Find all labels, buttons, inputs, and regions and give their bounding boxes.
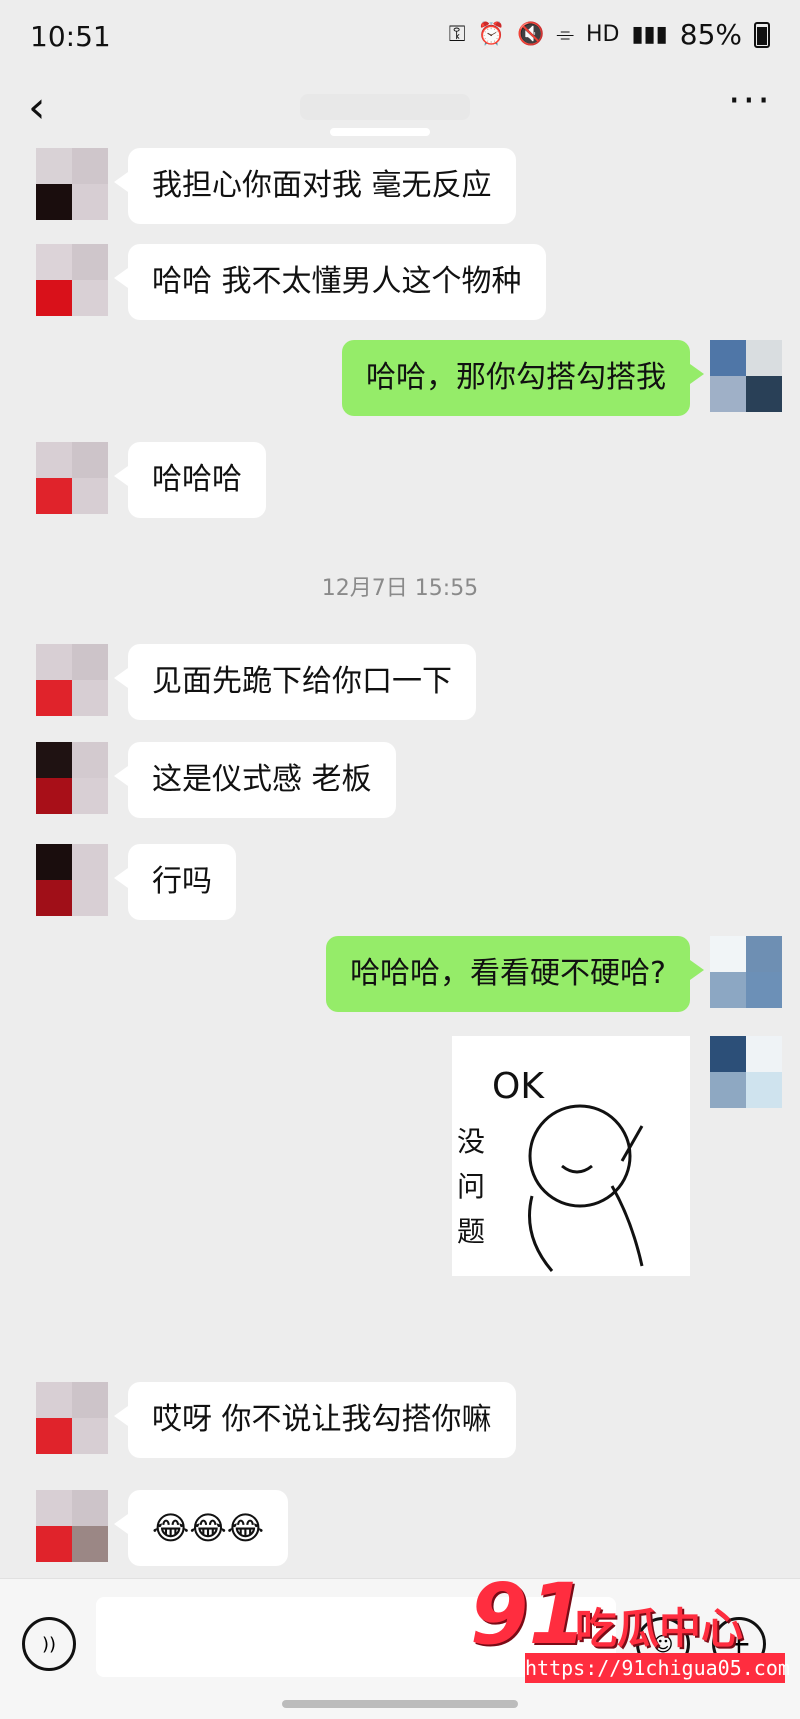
chat-title-blurred [300,94,470,120]
sticker-ok-no-problem[interactable]: OK 没 问 题 [452,1036,690,1276]
status-icons: ⚿ ⏰ 🔇 ⌯ HD ▮▮▮ 85% [449,18,770,51]
message-bubble[interactable]: 我担心你面对我 毫无反应 [114,148,516,224]
message-row: 哈哈 我不太懂男人这个物种 [36,244,566,320]
sticker-drawing: OK 没 问 题 [452,1036,690,1276]
hd-label: HD [585,22,620,47]
avatar [36,1382,108,1454]
message-bubble[interactable]: 哈哈哈 [114,442,266,518]
message-bubble[interactable]: 哈哈哈，看看硬不硬哈? [326,936,704,1012]
avatar [36,244,108,316]
key-icon: ⚿ [448,22,466,47]
chat-title-underline [330,128,430,136]
message-bubble[interactable]: 哈哈 我不太懂男人这个物种 [114,244,546,320]
message-row: 哈哈，那你勾搭勾搭我 [322,340,782,416]
wifi-icon: ⌯ [556,22,574,47]
chat-area: 我担心你面对我 毫无反应 哈哈 我不太懂男人这个物种 哈哈，那你勾搭勾搭我 哈哈… [0,142,800,1577]
home-indicator [282,1700,518,1708]
watermark-brand: 吃瓜中心 [575,1604,744,1653]
sticker-char-2: 问 [457,1170,485,1203]
message-row: OK 没 问 题 [452,1036,782,1276]
status-bar: 10:51 ⚿ ⏰ 🔇 ⌯ HD ▮▮▮ 85% [0,0,800,72]
message-row: 😂😂😂 [36,1490,308,1566]
message-row: 见面先跪下给你口一下 [36,644,496,720]
message-row: 这是仪式感 老板 [36,742,416,818]
message-row: 行吗 [36,844,256,920]
emoji-bubble[interactable]: 😂😂😂 [113,1490,289,1566]
message-row: 哈哈哈 [36,442,286,518]
message-row: 哈哈哈，看看硬不硬哈? [306,936,782,1012]
sticker-ok-text: OK [492,1066,545,1107]
watermark: 91 吃瓜中心 https://91chigua05.com [470,1565,790,1685]
avatar [710,1036,782,1108]
battery-text: 85% [679,18,742,51]
message-bubble[interactable]: 这是仪式感 老板 [114,742,396,818]
avatar [710,936,782,1008]
message-bubble[interactable]: 哈哈，那你勾搭勾搭我 [342,340,704,416]
avatar [36,844,108,916]
avatar [36,148,108,220]
avatar [36,442,108,514]
alarm-icon: ⏰ [477,22,505,47]
watermark-number: 91 [470,1565,587,1663]
avatar [36,644,108,716]
status-time: 10:51 [30,20,111,53]
message-bubble[interactable]: 见面先跪下给你口一下 [114,644,476,720]
message-row: 我担心你面对我 毫无反应 [36,148,536,224]
timestamp: 12月7日 15:55 [321,576,479,601]
watermark-url: https://91chigua05.com [525,1653,790,1683]
sticker-char-1: 没 [457,1125,485,1158]
avatar [36,742,108,814]
mute-icon: 🔇 [516,22,545,47]
avatar [36,1490,108,1562]
avatar [710,340,782,412]
message-bubble[interactable]: 哎呀 你不说让我勾搭你嘛 [114,1382,516,1458]
sticker-char-3: 题 [457,1215,485,1248]
chat-header: ‹ ··· [0,72,800,142]
battery-icon [754,21,770,48]
back-button[interactable]: ‹ [28,82,46,133]
more-options-button[interactable]: ··· [728,78,772,124]
voice-input-button[interactable]: )) [22,1617,76,1671]
signal-icon: ▮▮▮ [631,22,668,47]
message-row: 哎呀 你不说让我勾搭你嘛 [36,1382,536,1458]
message-bubble[interactable]: 行吗 [114,844,236,920]
